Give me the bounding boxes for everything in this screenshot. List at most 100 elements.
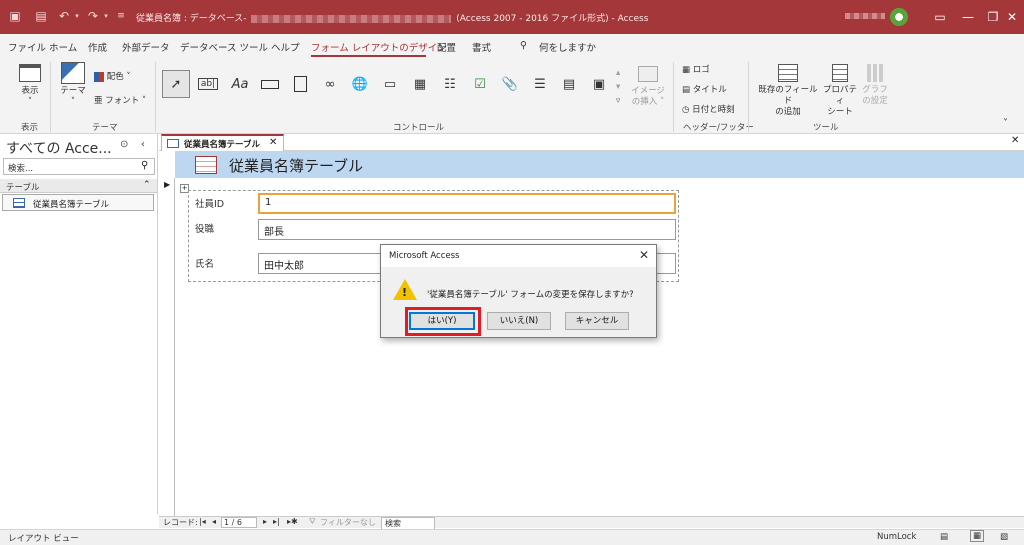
tell-me-box[interactable]: 何をしますか (539, 40, 596, 54)
add-existing-fields-line2: の追加 (775, 107, 801, 117)
dialog-close-icon[interactable]: ✕ (639, 248, 649, 262)
title-button[interactable]: ▤ タイトル (682, 83, 727, 95)
insert-image-button[interactable]: イメージ の挿入 ˅ (628, 66, 668, 108)
nav-search-icon[interactable]: ⚲ (141, 160, 148, 171)
colors-button[interactable]: 配色 ˅ (94, 70, 131, 82)
redo-icon[interactable]: ↷ (86, 9, 100, 23)
label-control-icon[interactable]: Aa (226, 70, 254, 98)
layout-view-icon[interactable]: ▦ (970, 530, 985, 542)
tab-control-icon[interactable] (286, 70, 314, 98)
image-control-icon[interactable]: ▣ (585, 70, 613, 98)
position-field[interactable]: 部長 (258, 219, 676, 240)
theme-button[interactable]: テーマ ˅ (58, 62, 88, 108)
insert-image-icon (638, 66, 658, 82)
document-tab-strip: 従業員名簿テーブル ✕ ✕ (159, 134, 1024, 151)
tab-label: 従業員名簿テーブル (184, 140, 260, 150)
collapse-ribbon-icon[interactable]: ˅ (1003, 118, 1008, 129)
add-existing-fields-icon (778, 64, 798, 82)
property-sheet-button[interactable]: プロパティ シート (820, 64, 860, 118)
view-button[interactable]: 表示 ˅ (12, 64, 48, 108)
restore-icon[interactable]: ❐ (983, 8, 1003, 26)
gallery-scroll-down-icon[interactable]: ▾ (616, 82, 620, 92)
cancel-button[interactable]: キャンセル (565, 312, 629, 330)
ribbon-display-options-icon[interactable]: ▭ (930, 8, 950, 26)
minimize-icon[interactable]: — (958, 8, 978, 26)
field-label-position: 役職 (195, 224, 215, 235)
save-icon[interactable]: ▤ (34, 9, 48, 23)
select-pointer-icon[interactable]: ➚ (162, 70, 190, 98)
menu-arrange[interactable]: 配置 (437, 40, 456, 54)
filter-icon: ⛛ (309, 517, 316, 526)
form-title[interactable]: 従業員名簿テーブル (229, 155, 363, 176)
design-view-icon[interactable]: ▧ (1000, 532, 1008, 542)
nav-item-employee-table[interactable]: 従業員名簿テーブル (2, 194, 154, 211)
nav-item-label: 従業員名簿テーブル (33, 200, 109, 210)
navigation-control-icon[interactable]: ▭ (376, 70, 404, 98)
textbox-control-icon[interactable]: ab| (194, 70, 222, 98)
hyperlink-control-icon[interactable]: ∞ (316, 70, 344, 98)
menu-external-data[interactable]: 外部データ (122, 40, 170, 54)
search-icon: ⚲ (520, 40, 527, 51)
property-sheet-line1: プロパティ (822, 85, 857, 106)
menu-help[interactable]: ヘルプ (271, 40, 300, 54)
web-browser-control-icon[interactable]: 🌐 (346, 70, 374, 98)
menu-format[interactable]: 書式 (472, 40, 491, 54)
gallery-scroll-up-icon[interactable]: ▴ (616, 68, 620, 78)
window-title-prefix: 従業員名簿 : データベース- (136, 14, 250, 24)
nav-search-input[interactable]: 検索... (8, 162, 33, 174)
undo-icon[interactable]: ↶ (57, 9, 71, 23)
logo-button[interactable]: ▦ ロゴ (682, 63, 710, 75)
add-existing-fields-button[interactable]: 既存のフィールド の追加 (756, 64, 820, 118)
nav-menu-dropdown-icon[interactable]: ⊙ (120, 139, 128, 150)
no-button[interactable]: いいえ(N) (487, 312, 551, 330)
chart-settings-button[interactable]: グラフ の設定 (860, 64, 890, 107)
option-group-icon[interactable]: ▦ (406, 70, 434, 98)
view-dropdown-icon: ˅ (27, 97, 33, 107)
customize-qat-icon[interactable]: ≡ (114, 9, 128, 23)
window-close-icon[interactable]: ✕ (1002, 8, 1022, 26)
button-control-icon[interactable] (256, 70, 284, 98)
next-record-icon[interactable]: ▸ (263, 517, 267, 526)
datetime-button[interactable]: ◷ 日付と時刻 (682, 103, 735, 115)
menu-create[interactable]: 作成 (88, 40, 107, 54)
previous-record-icon[interactable]: ◂ (212, 517, 216, 526)
fonts-label: フォント (105, 96, 140, 106)
combo-box-control-icon[interactable]: ▤ (555, 70, 583, 98)
last-record-icon[interactable]: ▸| (273, 517, 280, 526)
tab-close-icon[interactable]: ✕ (269, 137, 277, 148)
group-label-header-footer: ヘッダー/フッター (683, 123, 754, 133)
fonts-button[interactable]: 亜 フォント ˅ (94, 94, 146, 106)
attachment-control-icon[interactable]: 📎 (496, 70, 524, 98)
employee-id-field[interactable]: 1 (258, 193, 676, 214)
page-break-icon[interactable]: ☷ (436, 70, 464, 98)
tab-employee-form[interactable]: 従業員名簿テーブル ✕ (161, 134, 284, 151)
insert-image-line1: イメージ (631, 86, 665, 96)
form-view-icon[interactable]: ▤ (940, 532, 948, 542)
listbox-control-icon[interactable]: ☰ (526, 70, 554, 98)
filter-status[interactable]: フィルターなし (320, 517, 376, 528)
gallery-more-icon[interactable]: ▿ (616, 96, 620, 106)
close-document-icon[interactable]: ✕ (1011, 135, 1019, 146)
nav-group-collapse-icon[interactable]: ⌃ (143, 180, 151, 190)
nav-group-label: テーブル (6, 183, 40, 193)
title-icon: ▤ (682, 85, 691, 95)
record-position-input[interactable]: 1 / 6 (221, 517, 257, 528)
nav-pane-title[interactable]: すべての Acce... (6, 138, 112, 158)
ribbon-separator (155, 62, 156, 132)
menu-database-tools[interactable]: データベース ツール (180, 40, 268, 54)
undo-dropdown-icon[interactable]: ▾ (70, 9, 84, 23)
first-record-icon[interactable]: |◂ (199, 517, 206, 526)
new-record-icon[interactable]: ▸✱ (287, 517, 298, 526)
menu-home[interactable]: ホーム (49, 40, 77, 54)
nav-search-box[interactable]: 検索... ⚲ (3, 158, 155, 175)
collapse-nav-pane-icon[interactable]: ‹ (141, 139, 145, 150)
nav-group-tables[interactable]: テーブル ⌃ (0, 179, 157, 193)
chart-settings-icon (867, 64, 883, 82)
access-app-icon[interactable]: ▣ (8, 9, 22, 23)
record-selector[interactable]: ▶ (159, 178, 175, 516)
checkbox-control-icon[interactable]: ☑ (466, 70, 494, 98)
user-avatar[interactable] (890, 8, 908, 26)
menu-form-layout-design[interactable]: フォーム レイアウトのデザイン (311, 40, 447, 54)
menu-file[interactable]: ファイル (8, 40, 46, 54)
redo-dropdown-icon[interactable]: ▾ (99, 9, 113, 23)
